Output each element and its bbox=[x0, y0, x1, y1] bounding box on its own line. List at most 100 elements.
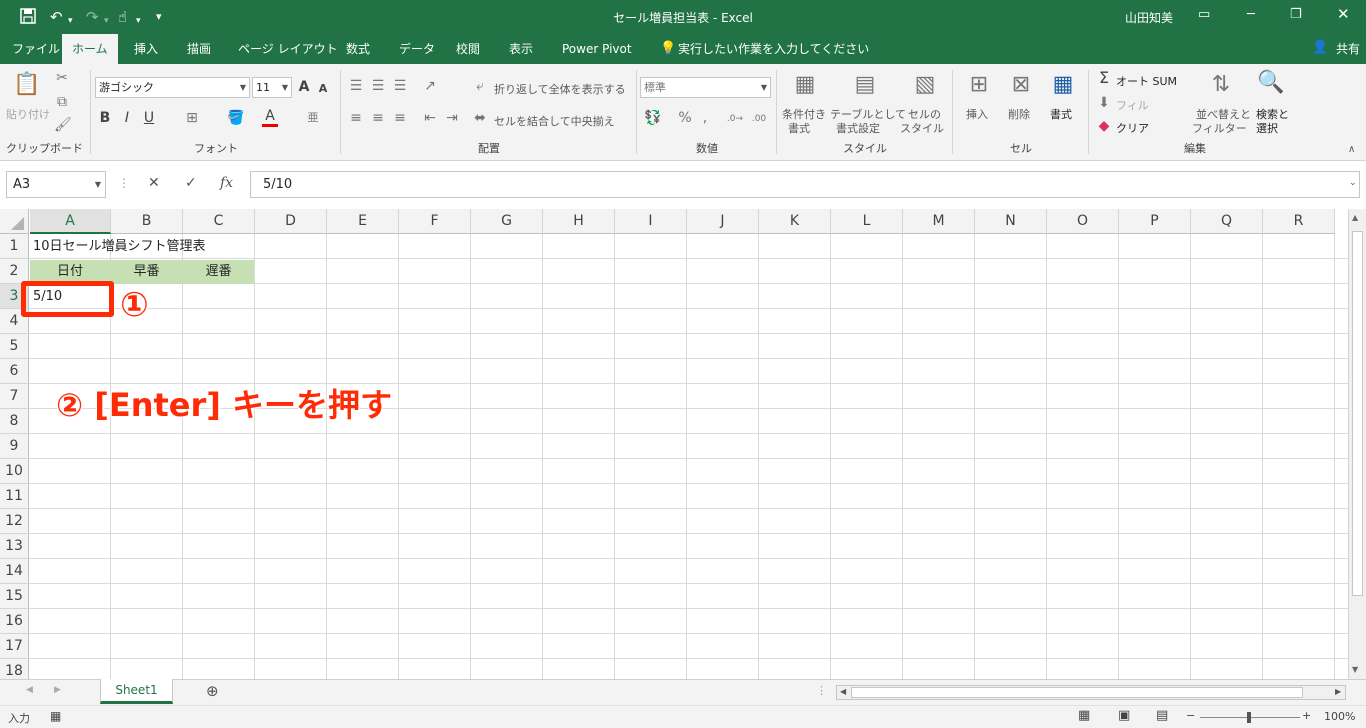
insert-cells-button[interactable]: 挿入 bbox=[966, 106, 988, 122]
format-painter-icon[interactable]: 🖌 bbox=[54, 117, 72, 133]
column-header-K[interactable]: K bbox=[759, 209, 831, 234]
insert-function-icon[interactable]: fx bbox=[220, 171, 233, 198]
page-break-view-icon[interactable]: ▤ bbox=[1156, 708, 1168, 723]
row-header-15[interactable]: 15 bbox=[0, 584, 29, 609]
user-name[interactable]: 山田知美 bbox=[1125, 9, 1173, 26]
tab-insert[interactable]: 挿入 bbox=[124, 34, 168, 64]
find-select-icon[interactable]: 🔍 bbox=[1256, 70, 1286, 96]
orientation-icon[interactable]: ↗ bbox=[422, 78, 438, 94]
wrap-text-icon[interactable]: ⤶ bbox=[472, 78, 488, 94]
zoom-in-icon[interactable]: + bbox=[1302, 709, 1311, 722]
row-header-1[interactable]: 1 bbox=[0, 234, 29, 259]
column-header-F[interactable]: F bbox=[399, 209, 471, 234]
autosum-button[interactable]: オート SUM bbox=[1116, 73, 1177, 89]
expand-formula-bar-icon[interactable]: ⌄ bbox=[1349, 178, 1357, 188]
cancel-entry-icon[interactable]: ✕ bbox=[148, 171, 160, 198]
tab-data[interactable]: データ bbox=[389, 34, 445, 64]
column-header-B[interactable]: B bbox=[111, 209, 183, 234]
borders-icon[interactable]: ⊞ bbox=[184, 110, 200, 126]
row-header-7[interactable]: 7 bbox=[0, 384, 29, 409]
row-header-10[interactable]: 10 bbox=[0, 459, 29, 484]
tab-view[interactable]: 表示 bbox=[499, 34, 543, 64]
column-header-Q[interactable]: Q bbox=[1191, 209, 1263, 234]
align-right-icon[interactable]: ≡ bbox=[392, 110, 408, 126]
zoom-slider-thumb[interactable] bbox=[1247, 712, 1251, 723]
autosum-icon[interactable]: Σ bbox=[1096, 70, 1112, 86]
tab-review[interactable]: 校閲 bbox=[446, 34, 490, 64]
clear-icon[interactable]: ◆ bbox=[1096, 118, 1112, 134]
row-header-18[interactable]: 18 bbox=[0, 659, 29, 679]
increase-decimal-icon[interactable]: .0→ bbox=[726, 111, 744, 127]
row-header-14[interactable]: 14 bbox=[0, 559, 29, 584]
cell-C2-header[interactable]: 遅番 bbox=[183, 259, 254, 284]
underline-button[interactable]: U bbox=[142, 110, 156, 126]
tab-home[interactable]: ホーム bbox=[62, 34, 118, 65]
column-header-C[interactable]: C bbox=[183, 209, 255, 234]
align-bottom-icon[interactable]: ☰ bbox=[392, 78, 408, 94]
tab-power-pivot[interactable]: Power Pivot bbox=[552, 34, 642, 64]
select-all-corner[interactable] bbox=[0, 209, 29, 234]
insert-cells-icon[interactable]: ⊞ bbox=[964, 72, 994, 98]
align-top-icon[interactable]: ☰ bbox=[348, 78, 364, 94]
clear-button[interactable]: クリア bbox=[1116, 120, 1149, 136]
merge-center-icon[interactable]: ⬌ bbox=[472, 110, 488, 126]
column-header-D[interactable]: D bbox=[255, 209, 327, 234]
cell-A1-title[interactable]: 10日セール増員シフト管理表 bbox=[30, 234, 206, 259]
column-header-E[interactable]: E bbox=[327, 209, 399, 234]
page-layout-view-icon[interactable]: ▣ bbox=[1118, 708, 1130, 723]
row-header-13[interactable]: 13 bbox=[0, 534, 29, 559]
row-header-9[interactable]: 9 bbox=[0, 434, 29, 459]
grow-font-icon[interactable]: A bbox=[297, 79, 311, 95]
zoom-level[interactable]: 100% bbox=[1324, 710, 1355, 723]
column-header-N[interactable]: N bbox=[975, 209, 1047, 234]
paste-icon[interactable]: 📋 bbox=[12, 72, 42, 98]
normal-view-icon[interactable]: ▦ bbox=[1078, 708, 1090, 723]
row-header-6[interactable]: 6 bbox=[0, 359, 29, 384]
align-left-icon[interactable]: ≡ bbox=[348, 110, 364, 126]
column-header-P[interactable]: P bbox=[1119, 209, 1191, 234]
column-header-J[interactable]: J bbox=[687, 209, 759, 234]
align-middle-icon[interactable]: ☰ bbox=[370, 78, 386, 94]
column-header-I[interactable]: I bbox=[615, 209, 687, 234]
decrease-indent-icon[interactable]: ⇤ bbox=[422, 110, 438, 126]
column-header-A[interactable]: A bbox=[30, 209, 111, 234]
sheet-tab-sheet1[interactable]: Sheet1 bbox=[100, 679, 173, 704]
number-format-combo[interactable]: 標準 ▼ bbox=[640, 77, 771, 98]
scroll-left-icon[interactable]: ◀ bbox=[840, 687, 846, 696]
delete-cells-button[interactable]: 削除 bbox=[1008, 106, 1030, 122]
phonetic-guide-icon[interactable]: 亜 bbox=[305, 110, 321, 126]
horizontal-scroll-thumb[interactable] bbox=[851, 687, 1303, 698]
format-as-table-icon[interactable]: ▤ bbox=[850, 72, 880, 98]
italic-button[interactable]: I bbox=[120, 110, 134, 126]
scroll-up-icon[interactable]: ▲ bbox=[1352, 213, 1358, 222]
row-header-5[interactable]: 5 bbox=[0, 334, 29, 359]
zoom-out-icon[interactable]: − bbox=[1186, 709, 1195, 722]
macro-record-icon[interactable]: ▦ bbox=[50, 709, 61, 723]
column-header-H[interactable]: H bbox=[543, 209, 615, 234]
scroll-down-icon[interactable]: ▼ bbox=[1352, 665, 1358, 674]
tab-formulas[interactable]: 数式 bbox=[336, 34, 380, 64]
column-header-M[interactable]: M bbox=[903, 209, 975, 234]
percent-icon[interactable]: % bbox=[678, 110, 692, 126]
row-header-11[interactable]: 11 bbox=[0, 484, 29, 509]
formula-input[interactable]: 5/10 bbox=[250, 171, 1360, 198]
collapse-ribbon-icon[interactable]: ∧ bbox=[1348, 144, 1355, 155]
decrease-decimal-icon[interactable]: .00 bbox=[750, 111, 768, 127]
share-button[interactable]: 共有 bbox=[1326, 34, 1366, 64]
minimize-icon[interactable]: ─ bbox=[1247, 7, 1255, 22]
tab-split-grip-icon[interactable]: ⋮ bbox=[816, 684, 827, 697]
name-box[interactable]: A3 ▼ bbox=[6, 171, 106, 198]
fill-button[interactable]: フィル bbox=[1116, 97, 1149, 113]
increase-indent-icon[interactable]: ⇥ bbox=[444, 110, 460, 126]
paste-label[interactable]: 貼り付け bbox=[6, 106, 50, 122]
comma-style-icon[interactable]: , bbox=[700, 110, 710, 126]
tab-draw[interactable]: 描画 bbox=[177, 34, 221, 64]
row-header-8[interactable]: 8 bbox=[0, 409, 29, 434]
tab-file[interactable]: ファイル bbox=[2, 34, 70, 64]
bold-button[interactable]: B bbox=[98, 110, 112, 126]
tell-me-box[interactable]: 実行したい作業を入力してください bbox=[668, 34, 879, 64]
scroll-right-icon[interactable]: ▶ bbox=[1335, 687, 1341, 696]
conditional-formatting-icon[interactable]: ▦ bbox=[790, 72, 820, 98]
next-sheet-icon[interactable]: ▶ bbox=[54, 685, 61, 695]
fill-color-icon[interactable]: 🪣 bbox=[227, 110, 244, 126]
